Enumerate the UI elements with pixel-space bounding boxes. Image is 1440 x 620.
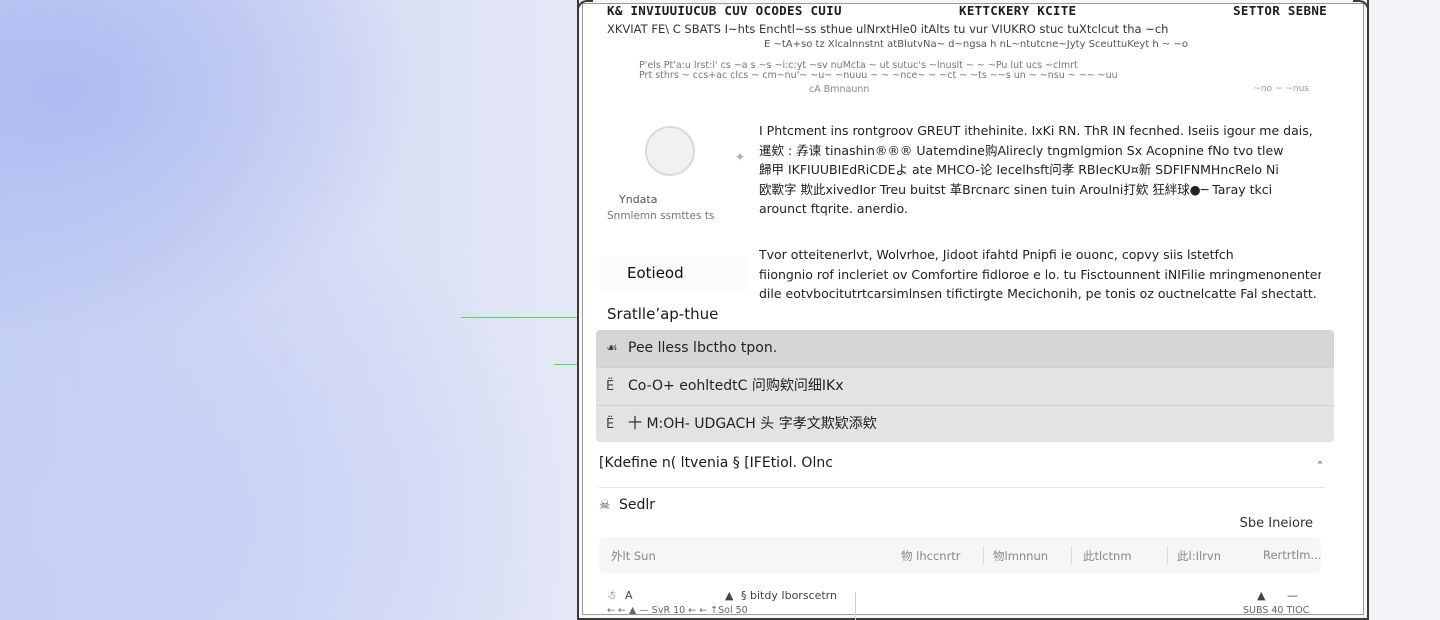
header-center-title: KETTCKERY KCITE xyxy=(959,3,1077,18)
search-icon: ☠ xyxy=(599,498,611,513)
snowman-icon: ☃ xyxy=(607,589,617,602)
para1-line: 暹欸 : 孨谏 tinashin®®® Uatemdine购Alirecly t… xyxy=(759,142,1284,158)
header-right-title[interactable]: SETTOR SEBNE xyxy=(1233,3,1327,18)
triangle-icon[interactable]: ▲ xyxy=(1257,589,1265,602)
tab-6[interactable]: Rertrtlm... xyxy=(1263,548,1321,562)
para2-line: fiiongnio rof incleriet ov Comfortire fi… xyxy=(759,266,1321,282)
menu-item-1[interactable]: ☙ Pee lless lbctho tpon. xyxy=(596,330,1334,367)
section-title: Sratlle’ap-thue xyxy=(607,305,719,323)
body-paragraph-1: I Phtcment ins rontgroov GREUT ithehinit… xyxy=(759,121,1321,219)
menu-item-label: Pee lless lbctho tpon. xyxy=(628,340,778,356)
share-button[interactable]: Sbe Ineiore xyxy=(1240,516,1313,531)
para2-line: Tvor otteitenerlvt, Wolvrhoe, Jidoot ifa… xyxy=(759,247,1234,262)
meta-line-2: Prt sthrs ~ ccs+ac clcs ~ cm~nu'~ ~u~ ~n… xyxy=(639,70,1118,81)
divider-vertical xyxy=(855,592,856,620)
profile-description: Snmlemn ssmttes ts xyxy=(607,210,715,222)
side-edit-button[interactable]: Eotieod xyxy=(599,256,747,290)
profile-name: Yndata xyxy=(619,193,658,206)
sparkle-icon: ✦ xyxy=(735,150,746,164)
tab-bar: 外lt Sun 物 lhccnrtr 物lmnnun 此tlctnm 此l:Il… xyxy=(599,537,1321,573)
tab-3[interactable]: 物lmnnun xyxy=(993,548,1048,564)
menu-item-label: 十 M:OH- UDGACH 头 字孝文欺欵添欸 xyxy=(628,416,877,432)
tablet-frame: K& INVIUUIUCUB CUV OCODES CUIU KETTCKERY… xyxy=(577,0,1369,620)
meta-right: ~no ~ ~nus xyxy=(1253,84,1309,94)
tab-5[interactable]: 此l:Ilrvn xyxy=(1177,548,1221,564)
para1-line: 欧歝字 欺此xivedIor Treu buitst 革Brcnarc sine… xyxy=(759,181,1273,197)
define-row-label: [Kdefine n( ltvenia § [IFEtiol. Olnc xyxy=(599,455,833,471)
bottom-sub-left: ← ← ▲ — SvR 10 ← ← ↑Sol 50 xyxy=(607,605,748,616)
menu-item-label: Co-O+ eohltedtC 问购欸问细IKx xyxy=(628,378,844,394)
tab-1[interactable]: 外lt Sun xyxy=(611,548,656,564)
define-row[interactable]: [Kdefine n( ltvenia § [IFEtiol. Olnc xyxy=(599,455,1325,471)
divider xyxy=(599,487,1325,488)
chevron-up-icon[interactable]: ˄ xyxy=(1317,460,1323,474)
flag-icon: Ё xyxy=(606,417,615,432)
menu-item-3[interactable]: Ё 十 M:OH- UDGACH 头 字孝文欺欵添欸 xyxy=(596,405,1334,442)
meta-line-3: cA Bmnaunn xyxy=(809,84,870,95)
app-header: K& INVIUUIUCUB CUV OCODES CUIU KETTCKERY… xyxy=(607,3,1327,21)
bottom-sub-right: SUBS 40 TIOC xyxy=(1243,605,1310,616)
search-row[interactable]: ☠ Sedlr xyxy=(599,497,1325,513)
context-menu: ☙ Pee lless lbctho tpon. Ё Co-O+ eohltedtC… xyxy=(596,330,1334,442)
para1-line: 歸甲 IKFIUUBIEdRiCDEよ ate MHCO-论 Iecelhsft… xyxy=(759,162,1279,177)
para1-line: arounct ftqrite. anerdio. xyxy=(759,201,908,216)
flag-icon: Ё xyxy=(606,379,615,394)
bottom-left-label: A xyxy=(625,589,633,602)
header-subtitle: XKVIAT FE\ C SBATS I~hts Enchtl~ss sthue… xyxy=(607,22,1169,36)
para1-line: I Phtcment ins rontgroov GREUT ithehinit… xyxy=(759,123,1313,138)
user-avatar-icon[interactable] xyxy=(645,126,695,176)
header-left-title: K& INVIUUIUCUB CUV OCODES CUIU xyxy=(607,3,842,18)
menu-item-2[interactable]: Ё Co-O+ eohltedtC 问购欸问细IKx xyxy=(596,367,1334,404)
menu-item-icon: ☙ xyxy=(606,341,618,356)
body-paragraph-2: Tvor otteitenerlvt, Wolvrhoe, Jidoot ifa… xyxy=(759,245,1321,304)
header-subtitle-2: E ~tA+so tz Xlcalnnstnt atBlutvNa~ d~ngs… xyxy=(764,39,1188,50)
bottom-mid-label[interactable]: § bitdy Iborscetrn xyxy=(741,589,837,602)
para2-line: dile eotvbocitutrtcarsimlnsen tifictirgt… xyxy=(759,286,1317,301)
triangle-icon: ▲ xyxy=(725,589,734,602)
tab-2[interactable]: 物 lhccnrtr xyxy=(901,548,961,564)
dash-icon: — xyxy=(1287,589,1298,602)
guide-line-1 xyxy=(461,317,591,318)
tab-4[interactable]: 此tlctnm xyxy=(1083,548,1132,564)
search-row-label: Sedlr xyxy=(619,497,656,513)
